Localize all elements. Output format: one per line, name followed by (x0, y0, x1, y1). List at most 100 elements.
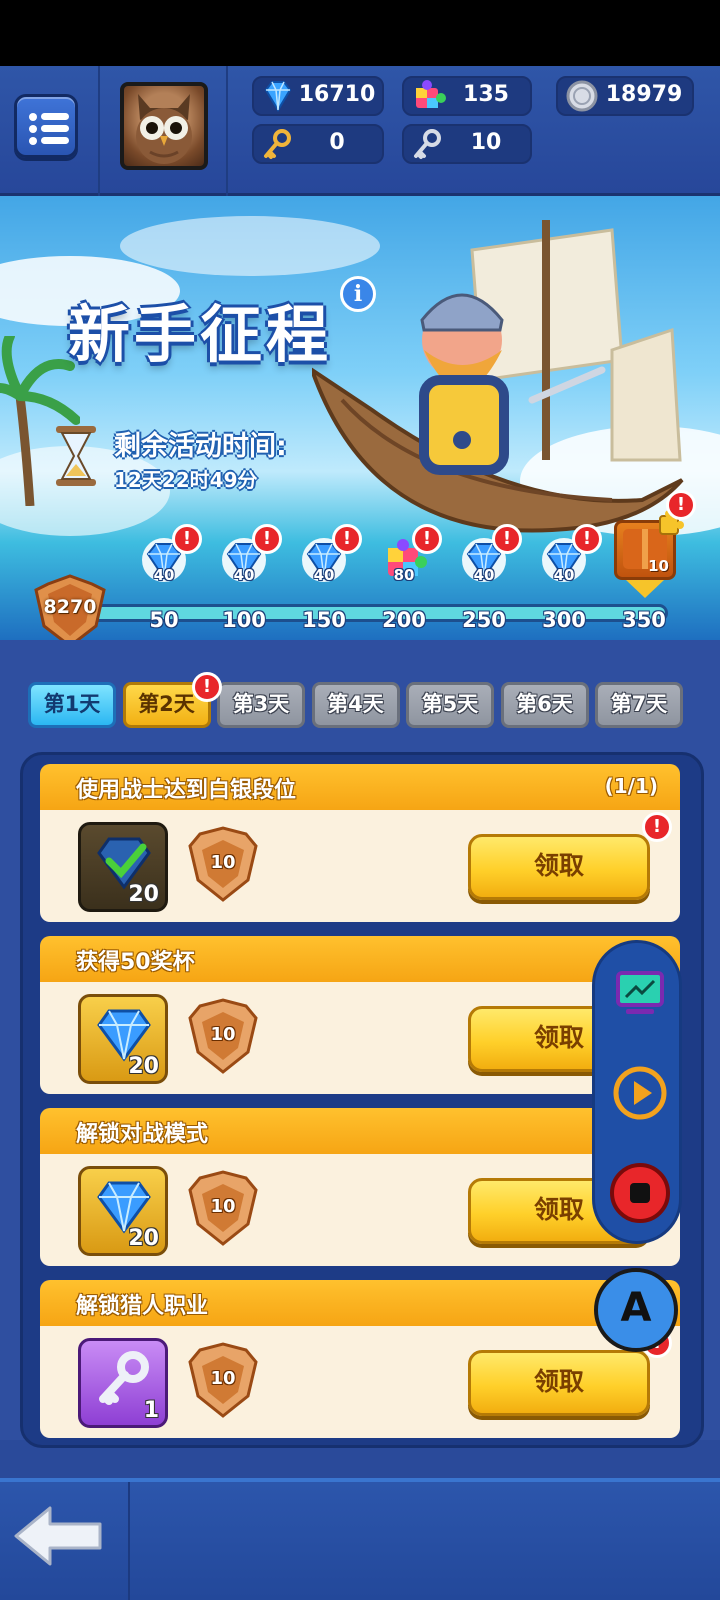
milestone-threshold: 250 (462, 608, 506, 632)
diamond-counter[interactable]: 16710 (252, 76, 384, 116)
claim-button[interactable]: 领取 (468, 1350, 650, 1416)
auto-label: A (620, 1285, 652, 1331)
reward-quantity: 20 (128, 1054, 159, 1079)
puzzle-icon (416, 80, 446, 108)
task-body: 20 10 领取 (40, 810, 680, 922)
ship-captain-illustration (312, 220, 684, 533)
claim-button[interactable]: 领取 (468, 834, 650, 900)
diamond-icon (264, 81, 292, 112)
milestone-reward-count: 80 (393, 566, 415, 584)
task-name: 解锁猎人职业 (76, 1294, 209, 1319)
info-icon[interactable]: i (340, 276, 376, 312)
milestone-alert-badge: ! (492, 524, 522, 554)
task-header: 使用战士达到白银段位 (1/1) (40, 764, 680, 810)
medal-count: 10 (210, 1024, 236, 1045)
timer-label: 剩余活动时间: (114, 431, 287, 462)
milestone-reward-count: 40 (233, 566, 255, 584)
status-bar (0, 0, 720, 66)
reward-quantity: 20 (128, 882, 159, 907)
milestone-alert-badge: ! (172, 524, 202, 554)
gold-key-icon (264, 129, 291, 159)
silver-coin-counter[interactable]: 18979 (556, 76, 694, 116)
task-body: 20 10 领取 (40, 982, 680, 1094)
task-name: 解锁对战模式 (76, 1122, 209, 1147)
menu-icon (29, 113, 37, 121)
reward-item: 20 (78, 822, 168, 912)
gold-key-counter[interactable]: 0 (252, 124, 384, 164)
menu-button[interactable] (14, 94, 78, 158)
milestone-reward-count: 40 (313, 566, 335, 584)
tab-day-4[interactable]: 第4天 (311, 682, 400, 728)
medal-count: 10 (210, 852, 236, 873)
tab-day-5[interactable]: 第5天 (406, 682, 494, 728)
score-badge: 8270 (30, 570, 110, 650)
stats-button[interactable] (608, 961, 672, 1025)
reward-item: 20 (78, 994, 168, 1084)
diamond-count: 16710 (298, 82, 376, 107)
medal-count: 10 (210, 1368, 236, 1389)
task-name: 获得50奖杯 (76, 950, 195, 975)
reward-item: 1 (78, 1338, 168, 1428)
task-card: 使用战士达到白银段位 (1/1) 20 10 领取 (40, 764, 680, 922)
task-card: 解锁对战模式 20 10 领取 (40, 1108, 680, 1266)
medal-reward: 10 (186, 1168, 260, 1248)
timer-value: 12天22时49分 (114, 468, 258, 492)
milestone-threshold: 300 (542, 608, 586, 632)
milestone-alert-badge: ! (252, 524, 282, 554)
reward-item: 20 (78, 1166, 168, 1256)
tab-day-3[interactable]: 第3天 (217, 682, 305, 728)
back-button[interactable] (12, 1504, 104, 1568)
owl-avatar-icon (136, 94, 192, 164)
chest-alert-badge: ! (666, 490, 696, 520)
task-card: 解锁猎人职业 1 10 领取 (40, 1280, 680, 1438)
milestone-threshold: 350 (622, 608, 666, 632)
tab-day-6[interactable]: 第6天 (500, 682, 589, 728)
silver-key-counter[interactable]: 10 (402, 124, 532, 164)
floating-toolbar (592, 940, 682, 1244)
reward-quantity: 1 (143, 1398, 159, 1423)
reward-quantity: 20 (128, 1226, 159, 1251)
score-value: 8270 (43, 596, 97, 618)
gold-key-count: 0 (329, 130, 345, 155)
task-body: 20 10 领取 (40, 1154, 680, 1266)
tab-day-1[interactable]: 第1天 (28, 682, 116, 728)
milestone-alert-badge: ! (412, 524, 442, 554)
task-header: 获得50奖杯(5 (40, 936, 680, 982)
milestone-reward-count: 40 (153, 566, 175, 584)
silver-coin-icon (566, 80, 598, 112)
milestone-threshold: 200 (382, 608, 426, 632)
top-bar: 16710 135 18979 0 10 (0, 66, 720, 196)
play-button[interactable] (608, 1061, 672, 1125)
event-title: 新手征程 (68, 298, 333, 371)
milestone-threshold: 150 (302, 608, 346, 632)
milestone-alert-badge: ! (572, 524, 602, 554)
silver-coin-count: 18979 (605, 82, 683, 107)
bottom-bar (0, 1478, 720, 1600)
current-milestone-pointer (626, 580, 664, 598)
silver-key-count: 10 (470, 130, 502, 155)
milestone-reward-count: 40 (553, 566, 575, 584)
chest-count: 10 (648, 557, 669, 575)
milestone-reward-count: 40 (473, 566, 495, 584)
medal-reward: 10 (186, 1340, 260, 1420)
stop-record-button[interactable] (608, 1161, 672, 1225)
task-header: 解锁对战模式 (40, 1108, 680, 1154)
milestone-threshold: 100 (222, 608, 266, 632)
task-header: 解锁猎人职业 (40, 1280, 680, 1326)
medal-reward: 10 (186, 996, 260, 1076)
silver-key-icon (414, 129, 441, 159)
task-card: 获得50奖杯(52010领取 (40, 936, 680, 1094)
tab-alert-badge: ! (192, 672, 222, 702)
stop-icon (610, 1163, 670, 1223)
medal-count: 10 (210, 1196, 236, 1217)
claim-alert-badge: ! (642, 812, 672, 842)
task-progress: (1/1) (604, 774, 658, 798)
milestone-alert-badge: ! (332, 524, 362, 554)
tab-day-7[interactable]: 第7天 (595, 682, 683, 728)
milestone-threshold: 50 (149, 608, 179, 632)
puzzle-counter[interactable]: 135 (402, 76, 532, 116)
hourglass-icon (56, 426, 96, 486)
puzzle-count: 135 (463, 82, 509, 107)
auto-button[interactable]: A (594, 1268, 678, 1352)
avatar[interactable] (120, 82, 208, 170)
